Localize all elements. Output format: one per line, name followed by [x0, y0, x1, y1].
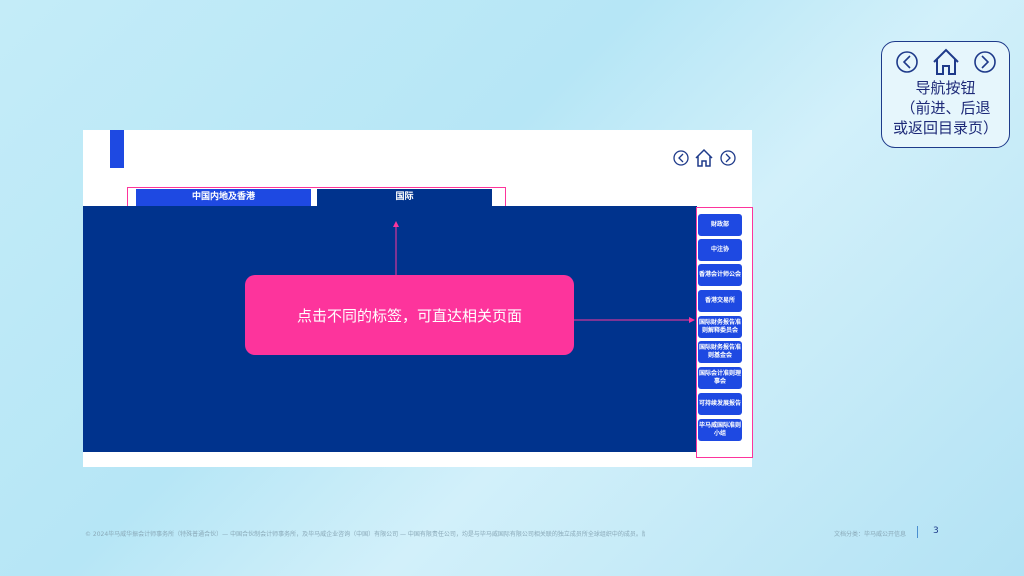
forward-icon: [974, 51, 996, 73]
nav-help-line2: （前进、后退: [900, 99, 991, 117]
back-icon: [896, 51, 918, 73]
footer-classification: 文档分类：毕马威公开信息: [834, 531, 907, 538]
slide-nav-buttons: [673, 148, 736, 167]
back-icon[interactable]: [673, 150, 689, 166]
nav-help-line1: 导航按钮: [915, 79, 976, 97]
nav-help-line3: 或返回目录页）: [892, 119, 998, 137]
footer-divider: [917, 526, 918, 538]
nav-help-box: 导航按钮 （前进、后退 或返回目录页）: [881, 41, 1010, 148]
footer-copyright: © 2024毕马威华振会计师事务所（特殊普通合伙）— 中国合伙制会计师事务所，及…: [85, 531, 645, 538]
callout: 点击不同的标签，可直达相关页面: [245, 275, 574, 355]
home-icon: [933, 48, 959, 75]
home-icon[interactable]: [695, 148, 713, 167]
forward-icon[interactable]: [720, 150, 736, 166]
side-highlight: [696, 207, 753, 458]
title-accent-bar: [110, 130, 124, 168]
page-number: 3: [933, 526, 939, 536]
